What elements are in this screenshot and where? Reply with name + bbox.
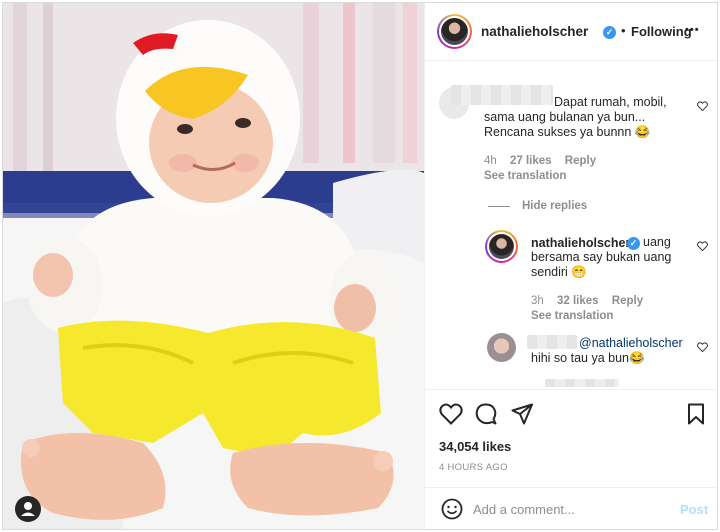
comment-icon[interactable] bbox=[475, 403, 497, 425]
hide-replies-button[interactable]: Hide replies bbox=[522, 200, 587, 212]
add-comment-bar: Post bbox=[425, 487, 717, 529]
see-translation-link[interactable]: See translation bbox=[484, 170, 566, 182]
author-avatar[interactable] bbox=[437, 14, 472, 49]
user-tag-icon[interactable] bbox=[15, 496, 41, 522]
comment-meta: 4h 27 likes Reply bbox=[484, 155, 596, 167]
comment-likes[interactable]: 27 likes bbox=[510, 155, 552, 167]
verified-icon: ✓ bbox=[603, 26, 616, 39]
reply-author-avatar[interactable] bbox=[485, 230, 518, 263]
baby-chick-costume-illustration bbox=[3, 3, 424, 529]
reply-button[interactable]: Reply bbox=[565, 155, 596, 167]
post-comment-button[interactable]: Post bbox=[680, 502, 708, 517]
post-header: nathalieholscher ✓ • Following ••• bbox=[425, 3, 717, 61]
like-reply-heart-icon[interactable] bbox=[697, 342, 708, 352]
post-modal: nathalieholscher ✓ • Following ••• Dapat… bbox=[2, 2, 718, 530]
comment-time: 4h bbox=[484, 155, 497, 167]
hide-replies-divider bbox=[488, 206, 510, 207]
add-comment-input[interactable] bbox=[473, 499, 663, 519]
share-icon[interactable] bbox=[511, 403, 533, 425]
reply-text: uang bersama say bukan uang sendiri 😁 bbox=[531, 235, 672, 279]
reply-likes[interactable]: 32 likes bbox=[557, 295, 599, 307]
post-side-panel: nathalieholscher ✓ • Following ••• Dapat… bbox=[424, 3, 717, 529]
reply-meta-blurred bbox=[545, 379, 619, 387]
see-translation-link[interactable]: See translation bbox=[531, 310, 613, 322]
author-username[interactable]: nathalieholscher bbox=[481, 24, 588, 39]
reply-username-blurred bbox=[527, 335, 577, 349]
emoji-icon[interactable] bbox=[441, 498, 463, 520]
like-comment-heart-icon[interactable] bbox=[697, 101, 708, 111]
more-icon[interactable]: ••• bbox=[685, 24, 700, 36]
reply-avatar[interactable] bbox=[487, 333, 516, 362]
heart-icon[interactable] bbox=[439, 403, 463, 425]
separator-dot: • bbox=[621, 23, 626, 38]
bookmark-icon[interactable] bbox=[687, 403, 705, 425]
reply-mention[interactable]: @nathalieholscher bbox=[579, 336, 683, 350]
reply-text: hihi so tau ya bun😂 bbox=[531, 351, 645, 365]
reply-meta: 3h 32 likes Reply bbox=[531, 295, 643, 307]
reply-button[interactable]: Reply bbox=[612, 295, 643, 307]
like-reply-heart-icon[interactable] bbox=[697, 241, 708, 251]
reply-time: 3h bbox=[531, 295, 544, 307]
post-photo[interactable] bbox=[3, 3, 424, 529]
comment-text: Dapat rumah, mobil, sama uang bulanan ya… bbox=[484, 95, 667, 139]
post-time: 4 HOURS AGO bbox=[439, 462, 508, 473]
likes-count[interactable]: 34,054 likes bbox=[439, 439, 511, 454]
following-button[interactable]: Following bbox=[631, 24, 692, 39]
